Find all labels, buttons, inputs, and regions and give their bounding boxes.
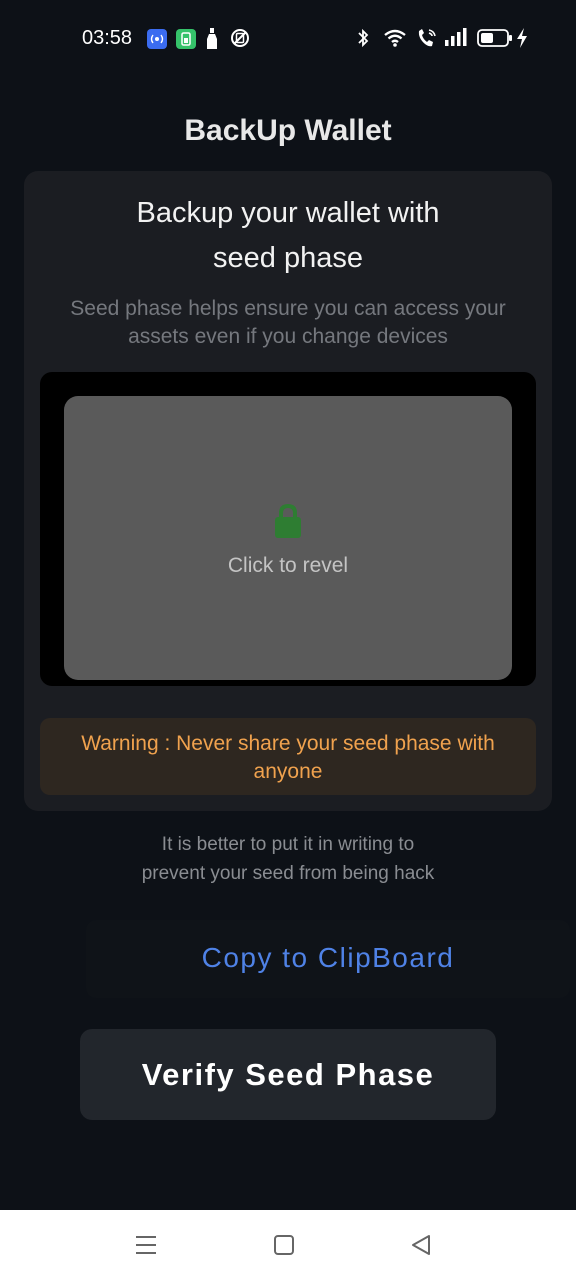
- writing-hint: It is better to put it in writing to pre…: [100, 830, 476, 888]
- copy-to-clipboard-button[interactable]: Copy to ClipBoard: [86, 920, 570, 998]
- status-time: 03:58: [82, 27, 133, 49]
- system-nav-bar: [0, 1210, 576, 1280]
- signal-icon: [445, 28, 469, 53]
- warning-banner: Warning : Never share your seed phase wi…: [40, 718, 536, 795]
- warning-text: Warning : Never share your seed phase wi…: [81, 732, 495, 783]
- hint-line2: prevent your seed from being hack: [141, 863, 435, 884]
- card-subtitle: Seed phase helps ensure you can access y…: [70, 297, 506, 348]
- charging-icon: [515, 28, 529, 53]
- wifi-icon: [383, 28, 407, 53]
- call-icon: [416, 28, 438, 53]
- backup-card: Backup your wallet with seed phase Seed …: [24, 171, 552, 811]
- lock-icon: [273, 503, 303, 544]
- status-bar: 03:58: [0, 0, 576, 78]
- battery-icon: [477, 29, 513, 52]
- battery-app-icon: [176, 29, 196, 54]
- back-icon[interactable]: [410, 1234, 432, 1261]
- home-icon[interactable]: [273, 1234, 295, 1261]
- card-heading: Backup your wallet with seed phase: [24, 191, 552, 281]
- bottle-icon: [206, 28, 218, 55]
- copy-button-label: Copy to ClipBoard: [201, 942, 455, 973]
- reveal-seed-button[interactable]: Click to revel: [64, 396, 512, 680]
- hint-line1: It is better to put it in writing to: [161, 834, 415, 855]
- card-heading-line1: Backup your wallet with: [136, 197, 440, 229]
- menu-icon[interactable]: [134, 1234, 158, 1261]
- bluetooth-icon: [356, 28, 370, 53]
- page-title: BackUp Wallet: [184, 114, 392, 147]
- verify-seed-phase-button[interactable]: Verify Seed Phase: [80, 1029, 496, 1120]
- broadcast-icon: [147, 29, 167, 54]
- verify-button-label: Verify Seed Phase: [141, 1057, 435, 1092]
- card-heading-line2: seed phase: [213, 242, 363, 274]
- seed-phrase-frame: Click to revel: [40, 372, 536, 686]
- no-sim-icon: [230, 28, 250, 53]
- reveal-label: Click to revel: [227, 554, 349, 577]
